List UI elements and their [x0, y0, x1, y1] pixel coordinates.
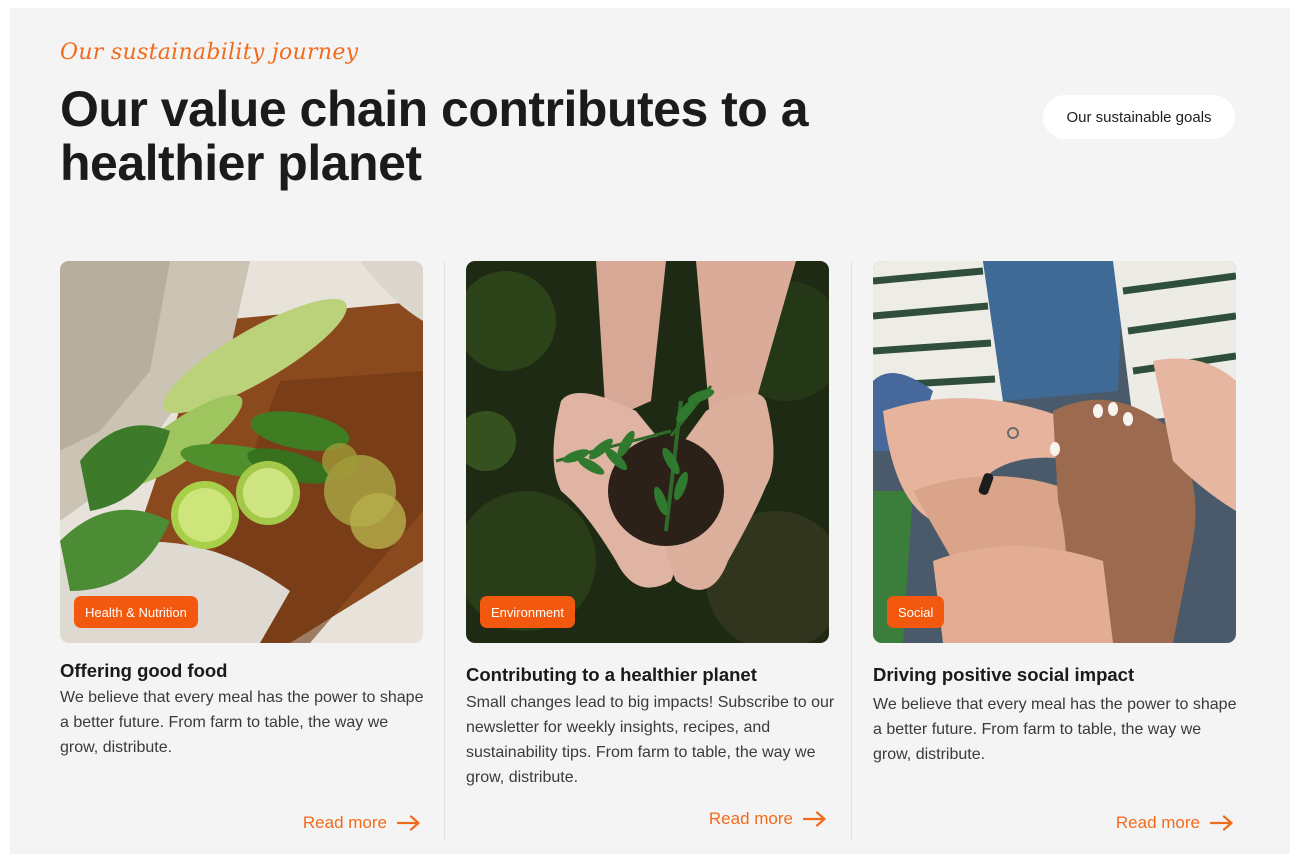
- arrow-right-icon: [1210, 815, 1233, 831]
- card-health-nutrition: Health & Nutrition Offering good food We…: [60, 261, 423, 841]
- card-divider: [851, 262, 852, 840]
- arrow-right-icon: [397, 815, 420, 831]
- read-more-label: Read more: [708, 809, 793, 828]
- seedling-photo: Environment: [466, 261, 829, 643]
- card-title: Contributing to a healthier planet: [466, 664, 757, 685]
- card-description: We believe that every meal has the power…: [60, 689, 424, 756]
- card-title: Offering good food: [60, 660, 228, 681]
- card-divider: [444, 262, 445, 840]
- card-description: Small changes lead to big impacts! Subsc…: [466, 694, 835, 786]
- card-description: We believe that every meal has the power…: [873, 696, 1237, 763]
- category-badge: Social: [887, 596, 945, 628]
- section-heading: Our value chain contributes to a healthi…: [60, 81, 809, 191]
- read-more-link[interactable]: Read more: [1116, 813, 1234, 833]
- card-title: Driving positive social impact: [873, 664, 1135, 685]
- category-badge: Environment: [480, 596, 575, 628]
- read-more-label: Read more: [302, 813, 387, 832]
- read-more-link[interactable]: Read more: [303, 813, 421, 833]
- arrow-right-icon: [803, 811, 826, 827]
- sustainable-goals-button[interactable]: Our sustainable goals: [1043, 95, 1235, 139]
- card-social: Social Driving positive social impact We…: [873, 261, 1236, 841]
- section-eyebrow: Our sustainability journey: [60, 40, 359, 65]
- read-more-label: Read more: [1115, 813, 1200, 832]
- read-more-link[interactable]: Read more: [709, 809, 827, 829]
- card-environment: Environment Contributing to a healthier …: [466, 261, 834, 841]
- stacked-hands-photo: Social: [873, 261, 1236, 643]
- category-badge: Health & Nutrition: [74, 596, 198, 628]
- vegetables-photo: Health & Nutrition: [60, 261, 423, 643]
